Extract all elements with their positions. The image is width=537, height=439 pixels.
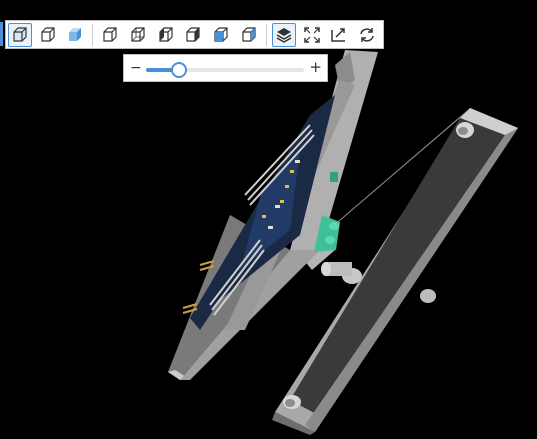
view-back-button[interactable]	[126, 23, 150, 47]
toolbar-separator	[92, 23, 94, 46]
view-front-button[interactable]	[98, 23, 122, 47]
zoom-in-button[interactable]: +	[309, 58, 322, 76]
fit-screen-icon	[303, 26, 320, 43]
view-mode-wireframe-button[interactable]	[36, 23, 60, 47]
view-mode-solid-button[interactable]	[8, 22, 32, 47]
view-mode-shaded-button[interactable]	[64, 23, 88, 47]
rotate-button[interactable]	[355, 23, 379, 47]
panel-edge-indicator	[0, 22, 3, 46]
view-toolbar	[5, 20, 384, 49]
view-left-button[interactable]	[154, 23, 178, 47]
zoom-slider-panel: − +	[123, 54, 328, 82]
box-solid-icon	[13, 26, 27, 42]
layers-button[interactable]	[271, 22, 296, 47]
explode-button[interactable]	[327, 23, 351, 47]
view-bottom-button[interactable]	[237, 23, 261, 47]
view-bottom-icon	[242, 26, 256, 42]
explode-icon	[331, 27, 346, 42]
view-back-icon	[131, 26, 145, 42]
box-shaded-icon	[69, 27, 82, 41]
zoom-slider-track[interactable]	[146, 62, 304, 78]
view-top-icon	[214, 26, 228, 42]
view-left-icon	[159, 26, 173, 42]
box-wireframe-icon	[41, 26, 55, 42]
zoom-out-button[interactable]: −	[130, 59, 142, 77]
view-front-icon	[103, 26, 117, 42]
layers-icon	[276, 27, 292, 43]
view-right-icon	[186, 26, 201, 42]
toolbar-separator	[265, 23, 267, 46]
rotate-icon	[360, 27, 374, 42]
zoom-slider-thumb[interactable]	[170, 62, 187, 78]
view-top-button[interactable]	[209, 23, 233, 47]
fit-screen-button[interactable]	[300, 23, 324, 47]
view-right-button[interactable]	[182, 23, 206, 47]
